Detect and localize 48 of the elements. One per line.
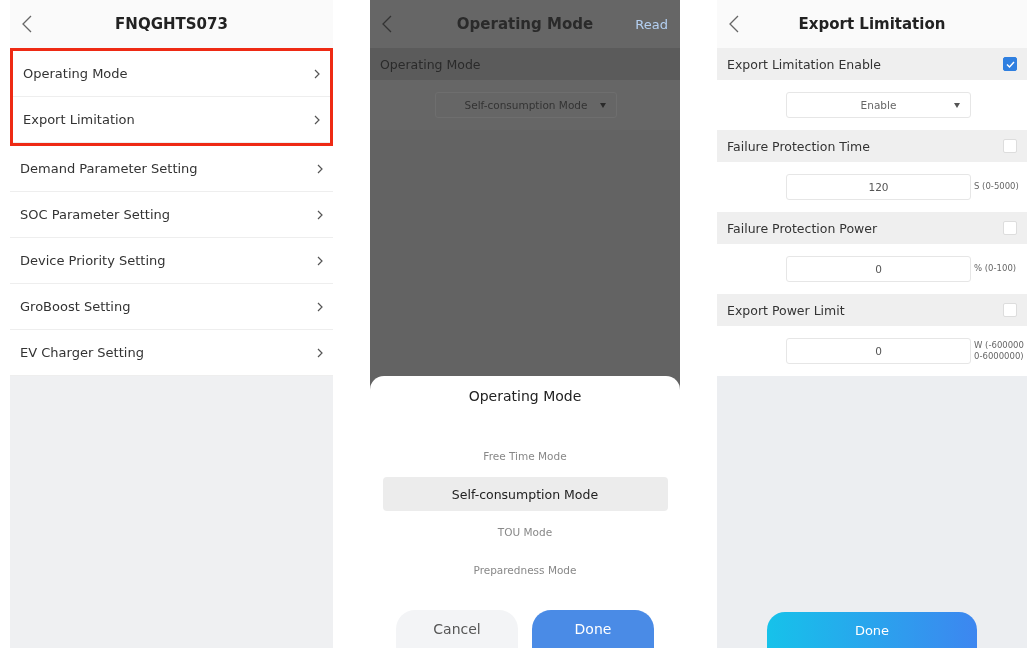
input-field[interactable]: 0	[786, 338, 971, 364]
menu-item[interactable]: SOC Parameter Setting	[10, 192, 333, 238]
menu-item-label: GroBoost Setting	[20, 299, 131, 314]
chevron-right-icon	[317, 255, 323, 266]
enable-dropdown[interactable]: Enable	[786, 92, 971, 118]
picker-option[interactable]: Self-consumption Mode	[382, 477, 668, 511]
menu-item-label: Device Priority Setting	[20, 253, 166, 268]
chevron-right-icon	[314, 68, 320, 79]
unit-range-label: % (0-100)	[974, 263, 1018, 275]
menu-item-label: EV Charger Setting	[20, 345, 144, 360]
field-label: Failure Protection Time	[727, 138, 870, 154]
input-field[interactable]: 0	[786, 256, 971, 282]
menu-item-label: Export Limitation	[23, 112, 135, 127]
picker-option[interactable]: Preparedness Mode	[382, 553, 668, 587]
field-label: Export Limitation Enable	[727, 56, 882, 72]
menu-item[interactable]: Device Priority Setting	[10, 238, 333, 284]
menu-item-label: Demand Parameter Setting	[20, 161, 198, 176]
chevron-right-icon	[317, 209, 323, 220]
chevron-right-icon	[317, 301, 323, 312]
field-label: Export Power Limit	[727, 302, 845, 318]
unit-range-label: S (0-5000)	[974, 181, 1020, 193]
unit-range-label: W (-600000 0-6000000)	[974, 339, 1025, 363]
chevron-right-icon	[317, 163, 323, 174]
menu-item[interactable]: Export Limitation	[13, 97, 330, 143]
menu-item-label: SOC Parameter Setting	[20, 207, 170, 222]
screen-title: Export Limitation	[798, 15, 946, 33]
read-button[interactable]: Read	[635, 16, 668, 32]
menu-item[interactable]: GroBoost Setting	[10, 284, 333, 330]
screen-title: FNQGHTS073	[115, 15, 228, 33]
input-field[interactable]: 120	[786, 174, 971, 200]
screen-title: Operating Mode	[456, 15, 594, 33]
menu-item-label: Operating Mode	[23, 66, 128, 81]
back-button[interactable]	[382, 15, 392, 33]
checkbox[interactable]	[1003, 57, 1017, 71]
menu-item[interactable]: EV Charger Setting	[10, 330, 333, 376]
cancel-button[interactable]: Cancel	[396, 610, 518, 648]
caret-icon	[600, 103, 606, 108]
picker-option[interactable]: TOU Mode	[382, 515, 668, 549]
caret-icon	[954, 103, 960, 108]
chevron-right-icon	[317, 347, 323, 358]
back-button[interactable]	[729, 15, 739, 33]
field-label: Failure Protection Power	[727, 220, 878, 236]
chevron-right-icon	[314, 114, 320, 125]
menu-item[interactable]: Demand Parameter Setting	[10, 146, 333, 192]
picker-option[interactable]: Free Time Mode	[382, 439, 668, 473]
back-button[interactable]	[22, 15, 32, 33]
sheet-title: Operating Mode	[468, 388, 582, 404]
menu-item[interactable]: Operating Mode	[13, 51, 330, 97]
